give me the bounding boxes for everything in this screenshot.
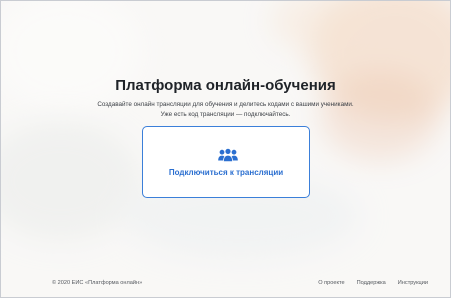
page-title: Платформа онлайн-обучения xyxy=(115,77,336,94)
footer-link-support[interactable]: Поддержка xyxy=(357,280,386,286)
footer-copyright: © 2020 ЕИС «Платформа онлайн» xyxy=(52,280,143,286)
users-icon xyxy=(218,148,238,162)
join-broadcast-label: Подключиться к трансляции xyxy=(168,168,284,177)
subtitle-line-2: Уже есть код трансляции — подключайтесь. xyxy=(160,110,291,118)
page-subtitle: Создавайте онлайн трансляции для обучени… xyxy=(1,100,450,119)
footer-link-instructions[interactable]: Инструкции xyxy=(398,280,428,286)
subtitle-line-1: Создавайте онлайн трансляции для обучени… xyxy=(97,101,354,108)
footer-link-about[interactable]: О проекте xyxy=(318,280,344,286)
join-broadcast-button[interactable]: Подключиться к трансляции xyxy=(142,126,310,198)
footer-links: О проекте Поддержка Инструкции xyxy=(318,280,428,286)
page-frame: Платформа онлайн-обучения Создавайте онл… xyxy=(0,0,451,298)
